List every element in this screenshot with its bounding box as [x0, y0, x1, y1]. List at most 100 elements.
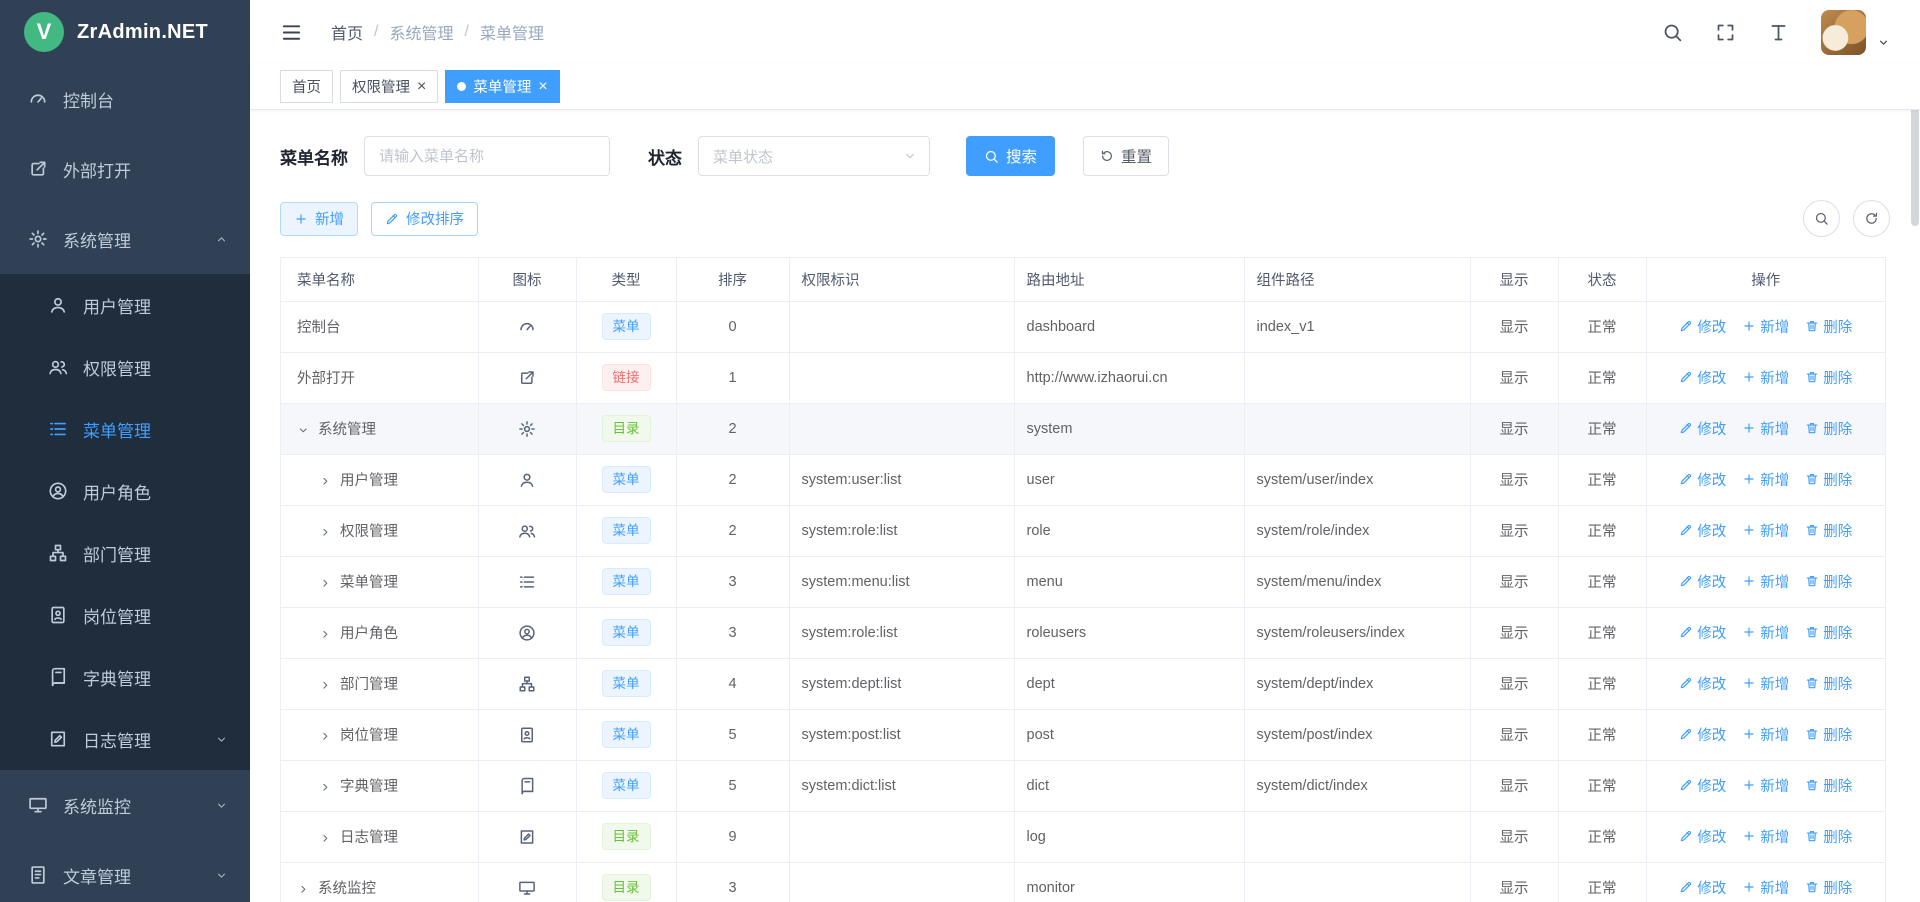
delete-link[interactable]: 删除 [1805, 775, 1852, 796]
sidebar-item-user-management[interactable]: 用户管理 [0, 274, 250, 336]
tree-expand-chevron-right-icon[interactable] [319, 781, 340, 794]
add-link[interactable]: 新增 [1742, 367, 1789, 388]
edit-link[interactable]: 修改 [1679, 775, 1726, 796]
edit-link[interactable]: 修改 [1679, 367, 1726, 388]
chevron-right-icon [319, 526, 332, 539]
search-action[interactable] [1662, 22, 1683, 43]
delete-link[interactable]: 删除 [1805, 316, 1852, 337]
delete-link[interactable]: 删除 [1805, 673, 1852, 694]
external-link-icon [28, 159, 48, 179]
table-row: 用户角色菜单3system:role:listroleuserssystem/r… [281, 607, 1885, 658]
table-row: 字典管理菜单5system:dict:listdictsystem/dict/i… [281, 760, 1885, 811]
sidebar-item-system-monitor[interactable]: 系统监控 [0, 770, 250, 840]
sidebar-item-post-management[interactable]: 岗位管理 [0, 584, 250, 646]
tree-expand-chevron-right-icon[interactable] [319, 832, 340, 845]
tab-permission-management[interactable]: 权限管理× [340, 70, 438, 103]
refresh-tool-button[interactable] [1853, 200, 1890, 237]
plus-icon [1742, 829, 1756, 843]
tree-expand-chevron-down-icon[interactable] [297, 424, 318, 437]
edit-link[interactable]: 修改 [1679, 622, 1726, 643]
edit-link[interactable]: 修改 [1679, 316, 1726, 337]
delete-link[interactable]: 删除 [1805, 418, 1852, 439]
sidebar-item-permission-management[interactable]: 权限管理 [0, 336, 250, 398]
delete-link[interactable]: 删除 [1805, 571, 1852, 592]
visible-cell: 显示 [1470, 301, 1558, 352]
delete-link[interactable]: 删除 [1805, 826, 1852, 847]
avatar[interactable] [1821, 10, 1866, 55]
chevron-right-icon [319, 832, 332, 845]
sidebar-item-article-management[interactable]: 文章管理 [0, 840, 250, 902]
fullscreen-action[interactable] [1715, 22, 1736, 43]
edit-link[interactable]: 修改 [1679, 520, 1726, 541]
add-link[interactable]: 新增 [1742, 673, 1789, 694]
add-link-label: 新增 [1760, 571, 1789, 592]
sidebar-item-external-open[interactable]: 外部打开 [0, 134, 250, 204]
component-cell: system/dict/index [1244, 760, 1470, 811]
tree-expand-chevron-right-icon[interactable] [319, 526, 340, 539]
breadcrumb-item[interactable]: 系统管理 [389, 20, 453, 44]
add-link[interactable]: 新增 [1742, 724, 1789, 745]
edit-sort-button[interactable]: 修改排序 [371, 202, 478, 236]
app-logo[interactable]: V ZrAdmin.NET [0, 0, 250, 64]
add-link[interactable]: 新增 [1742, 877, 1789, 898]
delete-link[interactable]: 删除 [1805, 877, 1852, 898]
visible-cell: 显示 [1470, 454, 1558, 505]
sidebar-item-log-management[interactable]: 日志管理 [0, 708, 250, 770]
sidebar-item-dictionary-management[interactable]: 字典管理 [0, 646, 250, 708]
menu-type-cell: 菜单 [576, 709, 676, 760]
font-size-action[interactable] [1768, 22, 1789, 43]
tab-menu-management[interactable]: 菜单管理× [445, 70, 559, 103]
close-icon[interactable]: × [417, 79, 426, 95]
tree-expand-chevron-right-icon[interactable] [319, 577, 340, 590]
delete-link[interactable]: 删除 [1805, 469, 1852, 490]
sidebar-item-system-management[interactable]: 系统管理 [0, 204, 250, 274]
tree-expand-chevron-right-icon[interactable] [297, 883, 318, 896]
tree-expand-chevron-right-icon[interactable] [319, 628, 340, 641]
tree-expand-chevron-right-icon[interactable] [319, 730, 340, 743]
status-select-placeholder: 菜单状态 [713, 146, 773, 167]
add-link[interactable]: 新增 [1742, 775, 1789, 796]
edit-link[interactable]: 修改 [1679, 673, 1726, 694]
add-link[interactable]: 新增 [1742, 520, 1789, 541]
tree-expand-chevron-right-icon[interactable] [319, 475, 340, 488]
status-cell: 正常 [1558, 760, 1646, 811]
breadcrumb-item[interactable]: 首页 [331, 20, 363, 44]
tree-expand-chevron-right-icon[interactable] [319, 679, 340, 692]
sidebar-item-user-roles[interactable]: 用户角色 [0, 460, 250, 522]
edit-link[interactable]: 修改 [1679, 877, 1726, 898]
close-icon[interactable]: × [538, 79, 547, 95]
sidebar-item-department-management[interactable]: 部门管理 [0, 522, 250, 584]
status-select[interactable]: 菜单状态 [698, 136, 930, 176]
edit-link[interactable]: 修改 [1679, 469, 1726, 490]
route-cell: dashboard [1014, 301, 1244, 352]
add-link[interactable]: 新增 [1742, 826, 1789, 847]
add-link[interactable]: 新增 [1742, 316, 1789, 337]
add-button[interactable]: 新增 [280, 202, 358, 236]
ops-cell: 修改新增删除 [1646, 505, 1885, 556]
menu-name-input[interactable] [364, 136, 610, 176]
edit-link[interactable]: 修改 [1679, 571, 1726, 592]
add-link[interactable]: 新增 [1742, 418, 1789, 439]
edit-link[interactable]: 修改 [1679, 418, 1726, 439]
sidebar-toggle-icon[interactable] [280, 21, 303, 44]
delete-link[interactable]: 删除 [1805, 622, 1852, 643]
edit-link[interactable]: 修改 [1679, 724, 1726, 745]
delete-link[interactable]: 删除 [1805, 724, 1852, 745]
reset-button[interactable]: 重置 [1083, 136, 1169, 176]
delete-link[interactable]: 删除 [1805, 520, 1852, 541]
sidebar-item-dashboard[interactable]: 控制台 [0, 64, 250, 134]
search-button[interactable]: 搜索 [966, 136, 1055, 176]
add-link[interactable]: 新增 [1742, 571, 1789, 592]
menu-type-cell: 目录 [576, 811, 676, 862]
sidebar-item-menu-management[interactable]: 菜单管理 [0, 398, 250, 460]
add-link[interactable]: 新增 [1742, 469, 1789, 490]
caret-down-icon[interactable] [1877, 36, 1890, 49]
refresh-left-icon [1100, 149, 1114, 163]
search-tool-button[interactable] [1803, 200, 1840, 237]
main-area: 首页/系统管理/菜单管理 首页权限管理×菜单管理× 菜单名称 状态 菜单状态 搜… [250, 0, 1920, 902]
edit-link[interactable]: 修改 [1679, 826, 1726, 847]
tab-home[interactable]: 首页 [280, 70, 333, 103]
delete-link[interactable]: 删除 [1805, 367, 1852, 388]
menu-icon-cell [478, 403, 576, 454]
add-link[interactable]: 新增 [1742, 622, 1789, 643]
